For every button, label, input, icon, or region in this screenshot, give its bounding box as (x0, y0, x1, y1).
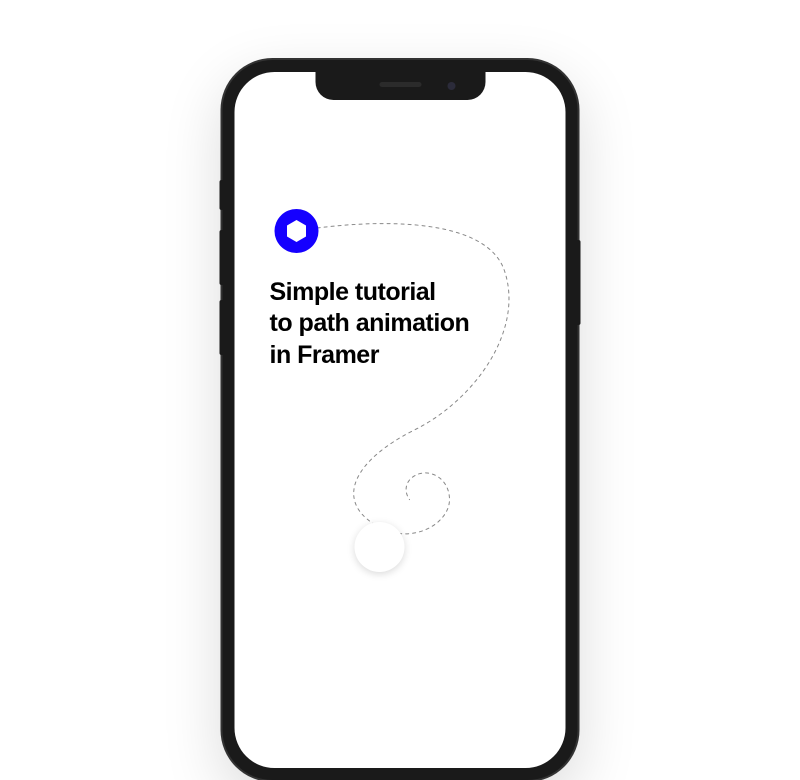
path-start-marker-icon (273, 207, 321, 255)
front-camera (447, 82, 455, 90)
volume-up-button (220, 230, 223, 285)
phone-notch (315, 72, 485, 100)
mute-switch (220, 180, 223, 210)
title-line-3: in Framer (270, 341, 379, 369)
path-end-marker (355, 522, 405, 572)
power-button (578, 240, 581, 325)
tutorial-title: Simple tutorial to path animation in Fra… (270, 277, 470, 371)
title-line-1: Simple tutorial (270, 278, 436, 306)
screen-content: Simple tutorial to path animation in Fra… (235, 72, 566, 768)
speaker-grille (379, 82, 421, 87)
phone-screen[interactable]: Simple tutorial to path animation in Fra… (235, 72, 566, 768)
phone-device-frame: Simple tutorial to path animation in Fra… (223, 60, 578, 780)
title-line-2: to path animation (270, 309, 470, 337)
dashed-motion-path (235, 72, 566, 768)
volume-down-button (220, 300, 223, 355)
